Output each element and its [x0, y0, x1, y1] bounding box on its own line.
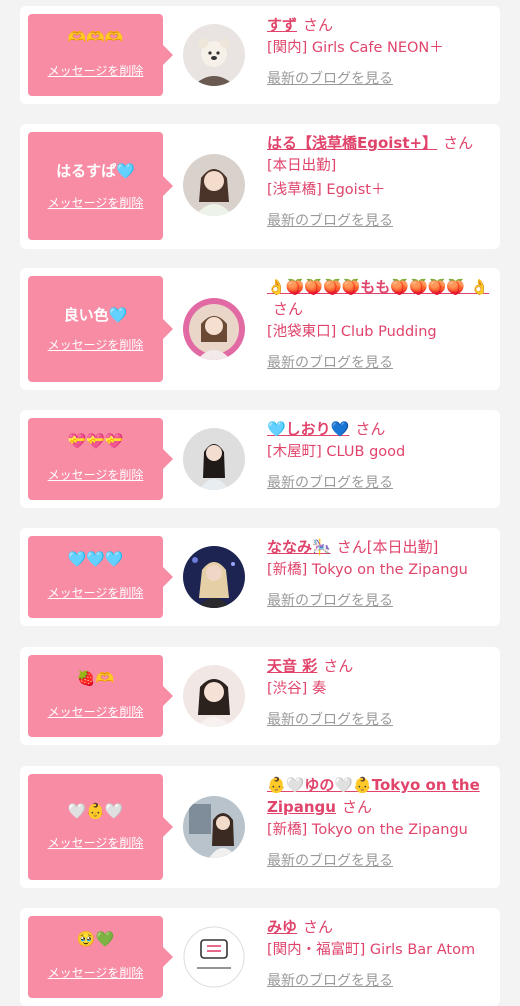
shop-info: [新橋] Tokyo on the Zipangu — [267, 822, 468, 838]
message-bubble: 良い色🩵 メッセージを削除 — [28, 276, 173, 382]
shop-info: [浅草橋] Egoist＋ — [267, 182, 386, 198]
avatar[interactable] — [183, 24, 245, 86]
message-text: 🥹💚 — [76, 930, 115, 948]
avatar[interactable] — [183, 926, 245, 988]
info: すず さん [関内] Girls Cafe NEON＋ 最新のブログを見る — [267, 14, 492, 88]
cast-name-link[interactable]: 👶🤍ゆの🤍👶Tokyo on the Zipangu — [267, 776, 480, 816]
message-text: 🤍👶🤍 — [67, 802, 124, 820]
info: 天音 彩さん [渋谷] 奏 最新のブログを見る — [267, 655, 492, 729]
avatar[interactable] — [183, 428, 245, 490]
info: 🩵しおり💙 さん [木屋町] CLUB good 最新のブログを見る — [267, 418, 492, 492]
info: 👶🤍ゆの🤍👶Tokyo on the Zipangu さん [新橋] Tokyo … — [267, 774, 492, 870]
avatar[interactable] — [183, 546, 245, 608]
honorific: さん — [341, 798, 372, 816]
blog-link[interactable]: 最新のブログを見る — [267, 472, 492, 492]
blog-link[interactable]: 最新のブログを見る — [267, 68, 492, 88]
info: ななみ🎠 さん[本日出勤] [新橋] Tokyo on the Zipangu 最… — [267, 536, 492, 610]
honorific: さん — [336, 538, 367, 556]
message-bubble: 🍓🫶 メッセージを削除 — [28, 655, 173, 737]
message-bubble: はるすぱ🩵 メッセージを削除 — [28, 132, 173, 240]
message-card: 良い色🩵 メッセージを削除 👌🍑🍑🍑🍑もも🍑🍑🍑🍑 👌 さん [池袋東口] Clu… — [20, 268, 500, 390]
shop-info: [渋谷] 奏 — [267, 681, 327, 697]
blog-link[interactable]: 最新のブログを見る — [267, 210, 492, 230]
message-text: 💝💝💝 — [67, 432, 124, 450]
delete-message-link[interactable]: メッセージを削除 — [28, 834, 163, 851]
cast-name-link[interactable]: 🩵しおり💙 — [267, 420, 349, 438]
message-text: 良い色🩵 — [63, 306, 128, 324]
message-card: はるすぱ🩵 メッセージを削除 はる【浅草橋Egoist+】 さん [本日出勤] [… — [20, 124, 500, 249]
message-card: 💝💝💝 メッセージを削除 🩵しおり💙 さん [木屋町] CLUB good 最新の… — [20, 410, 500, 508]
avatar[interactable] — [183, 298, 245, 360]
avatar[interactable] — [183, 665, 245, 727]
message-bubble: 🤍👶🤍 メッセージを削除 — [28, 774, 173, 880]
message-bubble: 🩵🩵🩵 メッセージを削除 — [28, 536, 173, 618]
message-text: 🫶🫶🫶 — [67, 28, 124, 46]
cast-name-link[interactable]: 天音 彩 — [267, 657, 317, 675]
shop-info: [関内・福富町] Girls Bar Atom — [267, 942, 476, 958]
delete-message-link[interactable]: メッセージを削除 — [28, 336, 163, 353]
honorific: さん — [303, 918, 334, 936]
message-text: 🍓🫶 — [76, 669, 115, 687]
cast-name-link[interactable]: ななみ🎠 — [267, 538, 331, 556]
cast-name-link[interactable]: みゆ — [267, 918, 297, 936]
message-bubble: 🫶🫶🫶 メッセージを削除 — [28, 14, 173, 96]
status-text: [本日出勤] — [366, 538, 439, 556]
message-bubble: 💝💝💝 メッセージを削除 — [28, 418, 173, 500]
message-bubble: 🥹💚 メッセージを削除 — [28, 916, 173, 998]
cast-name-link[interactable]: すず — [267, 16, 297, 34]
info: みゆ さん [関内・福富町] Girls Bar Atom 最新のブログを見る — [267, 916, 492, 990]
delete-message-link[interactable]: メッセージを削除 — [28, 584, 163, 601]
avatar[interactable] — [183, 154, 245, 216]
message-text: はるすぱ🩵 — [56, 162, 135, 180]
honorific: さん — [443, 134, 474, 152]
shop-info: [関内] Girls Cafe NEON＋ — [267, 40, 444, 56]
honorific: さん — [323, 657, 354, 675]
delete-message-link[interactable]: メッセージを削除 — [28, 62, 163, 79]
shop-info: [新橋] Tokyo on the Zipangu — [267, 562, 468, 578]
delete-message-link[interactable]: メッセージを削除 — [28, 703, 163, 720]
blog-link[interactable]: 最新のブログを見る — [267, 970, 492, 990]
shop-info: [池袋東口] Club Pudding — [267, 324, 437, 340]
honorific: さん — [355, 420, 386, 438]
message-card: 🫶🫶🫶 メッセージを削除 すず さん [関内] Girls Cafe NEON＋ … — [20, 6, 500, 104]
blog-link[interactable]: 最新のブログを見る — [267, 850, 492, 870]
message-card: 🤍👶🤍 メッセージを削除 👶🤍ゆの🤍👶Tokyo on the Zipangu さ… — [20, 766, 500, 888]
info: 👌🍑🍑🍑🍑もも🍑🍑🍑🍑 👌 さん [池袋東口] Club Pudding 最新のブ… — [267, 276, 492, 372]
shop-info: [本日出勤] — [267, 158, 337, 174]
honorific: さん — [303, 16, 334, 34]
message-card: 🍓🫶 メッセージを削除 天音 彩さん [渋谷] 奏 最新のブログを見る — [20, 647, 500, 745]
blog-link[interactable]: 最新のブログを見る — [267, 590, 492, 610]
cast-name-link[interactable]: はる【浅草橋Egoist+】 — [267, 134, 437, 152]
delete-message-link[interactable]: メッセージを削除 — [28, 194, 163, 211]
shop-info: [木屋町] CLUB good — [267, 444, 406, 460]
avatar[interactable] — [183, 796, 245, 858]
message-text: 🩵🩵🩵 — [67, 550, 124, 568]
info: はる【浅草橋Egoist+】 さん [本日出勤] [浅草橋] Egoist＋ 最新… — [267, 132, 492, 230]
honorific: さん — [273, 300, 304, 318]
delete-message-link[interactable]: メッセージを削除 — [28, 466, 163, 483]
cast-name-link[interactable]: 👌🍑🍑🍑🍑もも🍑🍑🍑🍑 👌 — [267, 278, 489, 296]
message-card: 🩵🩵🩵 メッセージを削除 ななみ🎠 さん[本日出勤] [新橋] Tokyo on … — [20, 528, 500, 626]
message-card: 🥹💚 メッセージを削除 みゆ さん [関内・福富町] Girls Bar Atom… — [20, 908, 500, 1006]
blog-link[interactable]: 最新のブログを見る — [267, 352, 492, 372]
blog-link[interactable]: 最新のブログを見る — [267, 709, 492, 729]
delete-message-link[interactable]: メッセージを削除 — [28, 964, 163, 981]
